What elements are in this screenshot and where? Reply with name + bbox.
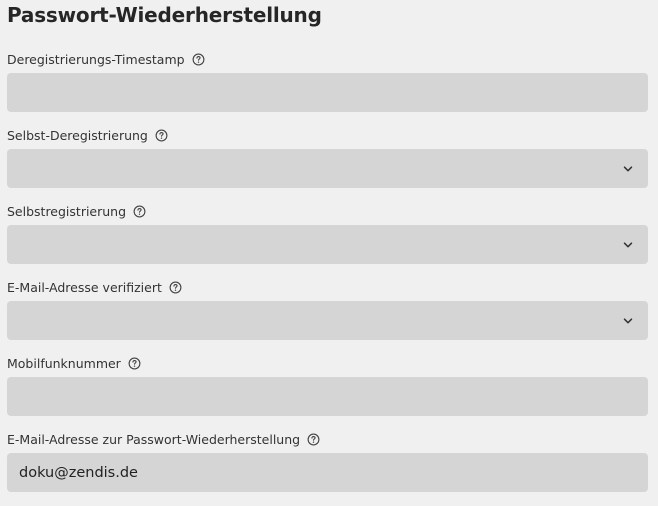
field-deregistration-timestamp: Deregistrierungs-Timestamp [7,50,648,112]
field-label: Selbst-Deregistrierung [7,127,148,143]
mobile-number-input[interactable] [7,377,648,416]
field-self-deregistration: Selbst-Deregistrierung [7,126,648,188]
help-circle-icon[interactable] [133,205,146,218]
help-circle-icon[interactable] [155,129,168,142]
field-label-row: E-Mail-Adresse zur Passwort-Wiederherste… [7,430,648,448]
field-label-row: Deregistrierungs-Timestamp [7,50,648,68]
field-mobile-number: Mobilfunknummer [7,354,648,416]
page-title: Passwort-Wiederherstellung [7,3,322,27]
email-verified-select[interactable] [7,301,648,340]
recovery-email-input[interactable]: doku@zendis.de [7,453,648,492]
self-registration-select[interactable] [7,225,648,264]
field-self-registration: Selbstregistrierung [7,202,648,264]
field-label: Selbstregistrierung [7,203,127,219]
chevron-down-icon[interactable] [622,163,634,175]
deregistration-timestamp-input[interactable] [7,73,648,112]
help-circle-icon[interactable] [169,281,182,294]
chevron-down-icon[interactable] [622,239,634,251]
field-label-row: Selbstregistrierung [7,202,648,220]
field-label: E-Mail-Adresse zur Passwort-Wiederherste… [7,431,301,447]
help-circle-icon[interactable] [192,53,205,66]
chevron-down-icon[interactable] [622,315,634,327]
help-circle-icon[interactable] [307,433,320,446]
field-label: Mobilfunknummer [7,355,121,371]
field-label: E-Mail-Adresse verifiziert [7,279,162,295]
self-deregistration-select[interactable] [7,149,648,188]
field-label: Deregistrierungs-Timestamp [7,51,185,67]
field-email-verified: E-Mail-Adresse verifiziert [7,278,648,340]
field-label-row: Selbst-Deregistrierung [7,126,648,144]
help-circle-icon[interactable] [128,357,141,370]
field-label-row: E-Mail-Adresse verifiziert [7,278,648,296]
field-label-row: Mobilfunknummer [7,354,648,372]
field-recovery-email: E-Mail-Adresse zur Passwort-Wiederherste… [7,430,648,492]
